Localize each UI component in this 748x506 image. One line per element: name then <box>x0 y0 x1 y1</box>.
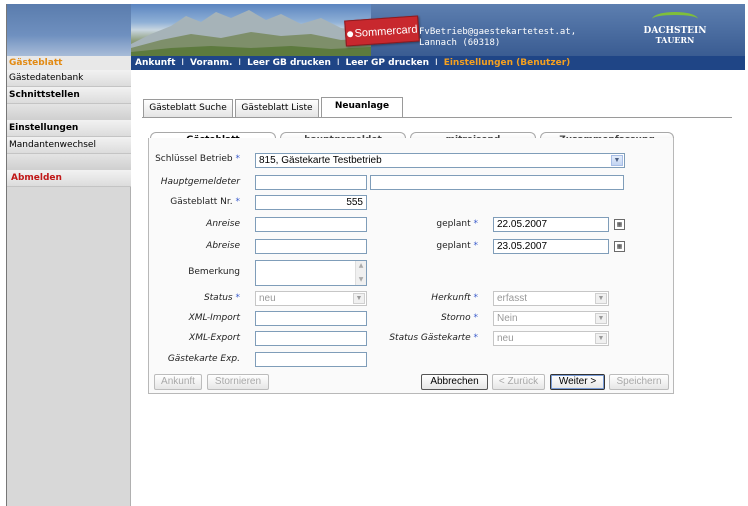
storno-value: Nein <box>497 313 518 324</box>
header-left-gradient <box>7 4 131 56</box>
tab-gaesteblatt-liste[interactable]: Gästeblatt Liste <box>235 99 319 117</box>
bemerkung-textarea[interactable]: ▲ ▼ <box>255 260 367 286</box>
storno-label: Storno * <box>440 313 478 323</box>
xml-import-label: XML-Import <box>188 313 240 323</box>
tab-divider <box>142 117 732 118</box>
stornieren-button[interactable]: Stornieren <box>207 374 269 390</box>
gaestekarte-exp-field[interactable] <box>255 352 367 367</box>
storno-select[interactable]: Nein ▼ <box>493 311 609 326</box>
nav-leer-gp-drucken[interactable]: Leer GP drucken <box>346 58 430 68</box>
header-banner: Sommercard FvBetrieb@gaestekartetest.at,… <box>7 4 745 56</box>
status-gaestekarte-value: neu <box>497 333 514 344</box>
status-select[interactable]: neu ▼ <box>255 291 367 306</box>
nav-separator: I <box>181 58 185 68</box>
anreise-label: Anreise <box>206 219 240 229</box>
bemerkung-label: Bemerkung <box>188 267 240 277</box>
ankunft-button[interactable]: Ankunft <box>154 374 202 390</box>
sidebar-item-schnittstellen[interactable]: Schnittstellen <box>7 87 131 104</box>
badge-text: Sommercard <box>354 23 418 40</box>
mountain-banner-image <box>131 4 371 56</box>
tab-neuanlage[interactable]: Neuanlage <box>321 97 403 118</box>
logo-arc-icon <box>652 12 698 26</box>
scroll-up-icon[interactable]: ▲ <box>357 262 365 270</box>
account-email: FvBetrieb@gaestekartetest.at, <box>419 27 577 37</box>
chevron-down-icon: ▼ <box>595 313 607 324</box>
herkunft-value: erfasst <box>497 293 528 304</box>
xml-export-field[interactable] <box>255 331 367 346</box>
geplant-abreise-label: geplant * <box>436 241 478 251</box>
status-gaestekarte-label: Status Gästekarte * <box>389 333 478 343</box>
xml-export-label: XML-Export <box>189 333 240 343</box>
sidebar: Gästedatenbank Schnittstellen Einstellun… <box>7 70 131 506</box>
status-value: neu <box>259 293 276 304</box>
herkunft-label: Herkunft * <box>431 293 478 303</box>
speichern-button[interactable]: Speichern <box>609 374 669 390</box>
nav-voranmeldung[interactable]: Voranm. <box>190 58 232 68</box>
nav-links: Ankunft I Voranm. I Leer GB drucken I Leer GP … <box>135 58 570 68</box>
geplant-anreise-field[interactable]: 22.05.2007 <box>493 217 609 232</box>
xml-import-field[interactable] <box>255 311 367 326</box>
chevron-down-icon: ▼ <box>611 155 623 166</box>
textarea-scrollbar[interactable]: ▲ ▼ <box>355 261 366 285</box>
nav-separator: I <box>336 58 340 68</box>
nav-separator: I <box>435 58 438 68</box>
nav-ankunft[interactable]: Ankunft <box>135 58 175 68</box>
gaestekarte-exp-label: Gästekarte Exp. <box>167 354 240 364</box>
nav-current-section[interactable]: Gästeblatt <box>7 56 131 70</box>
anreise-field[interactable] <box>255 217 367 232</box>
app-window: Sommercard FvBetrieb@gaestekartetest.at,… <box>6 4 745 506</box>
abreise-label: Abreise <box>206 241 240 251</box>
abbrechen-button[interactable]: Abbrechen <box>421 374 488 390</box>
status-gaestekarte-select[interactable]: neu ▼ <box>493 331 609 346</box>
sidebar-item-mandantenwechsel[interactable]: Mandantenwechsel <box>7 137 131 154</box>
weiter-button[interactable]: Weiter > <box>550 374 605 390</box>
hauptgemeldeter-field-1[interactable] <box>255 175 367 190</box>
geplant-anreise-label: geplant * <box>436 219 478 229</box>
sidebar-spacer <box>7 154 131 170</box>
abreise-field[interactable] <box>255 239 367 254</box>
nav-current-label: Gästeblatt <box>9 58 63 68</box>
logo-text-2: TAUERN <box>655 35 695 45</box>
hauptgemeldeter-field-2[interactable] <box>370 175 624 190</box>
nav-separator: I <box>238 58 242 68</box>
account-location: Lannach (60318) <box>419 38 501 48</box>
sidebar-item-gaestedatenbank[interactable]: Gästedatenbank <box>7 70 131 87</box>
calendar-icon[interactable]: ▦ <box>614 241 625 252</box>
account-info: FvBetrieb@gaestekartetest.at, Lannach (6… <box>419 27 576 49</box>
herkunft-select[interactable]: erfasst ▼ <box>493 291 609 306</box>
schluessel-betrieb-label: Schlüssel Betrieb * <box>155 154 240 164</box>
sidebar-item-einstellungen[interactable]: Einstellungen <box>7 120 131 137</box>
sommercard-badge: Sommercard <box>344 15 420 47</box>
tab-gaesteblatt-suche[interactable]: Gästeblatt Suche <box>143 99 233 117</box>
dachstein-tauern-logo: DACHSTEIN TAUERN <box>633 12 717 48</box>
sidebar-item-abmelden[interactable]: Abmelden <box>7 170 131 187</box>
badge-dot-icon <box>346 31 353 38</box>
scroll-down-icon[interactable]: ▼ <box>357 276 365 284</box>
main-content: Gästeblatt Suche Gästeblatt Liste Neuanl… <box>132 70 745 506</box>
sidebar-spacer <box>7 104 131 120</box>
chevron-down-icon: ▼ <box>595 293 607 304</box>
gaesteblatt-nr-field[interactable]: 555 <box>255 195 367 210</box>
nav-einstellungen-benutzer[interactable]: Einstellungen (Benutzer) <box>444 58 571 68</box>
gaesteblatt-nr-label: Gästeblatt Nr. * <box>170 197 240 207</box>
zurueck-button[interactable]: < Zurück <box>492 374 545 390</box>
schluessel-betrieb-value: 815, Gästekarte Testbetrieb <box>259 155 382 166</box>
nav-leer-gb-drucken[interactable]: Leer GB drucken <box>247 58 331 68</box>
hauptgemeldeter-label: Hauptgemeldeter <box>160 177 240 187</box>
chevron-down-icon: ▼ <box>353 293 365 304</box>
calendar-icon[interactable]: ▦ <box>614 219 625 230</box>
status-label: Status * <box>203 293 240 303</box>
chevron-down-icon: ▼ <box>595 333 607 344</box>
schluessel-betrieb-select[interactable]: 815, Gästekarte Testbetrieb ▼ <box>255 153 625 168</box>
geplant-abreise-field[interactable]: 23.05.2007 <box>493 239 609 254</box>
